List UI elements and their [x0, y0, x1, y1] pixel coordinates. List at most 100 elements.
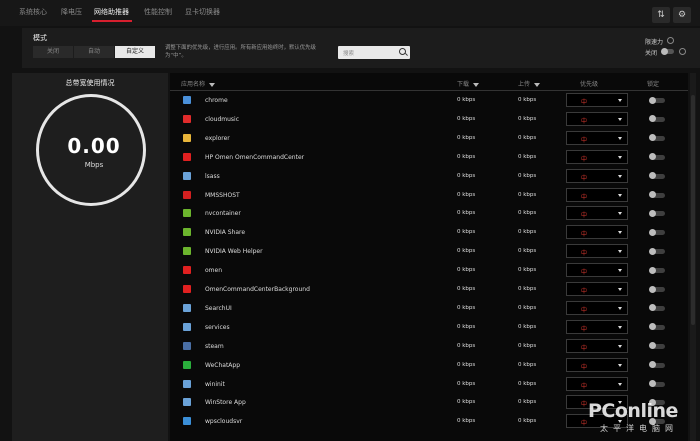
- mmsshost-icon: [183, 190, 191, 199]
- upload-rate: 0 kbps: [518, 418, 537, 425]
- priority-select[interactable]: 中: [566, 282, 628, 296]
- folder-icon: [183, 133, 191, 142]
- info-icon[interactable]: [679, 48, 686, 55]
- table-row[interactable]: chrome 0 kbps 0 kbps 中: [170, 91, 688, 110]
- table-row[interactable]: WeChatApp 0 kbps 0 kbps 中: [170, 356, 688, 375]
- lock-toggle[interactable]: [649, 247, 665, 255]
- mode-description: 调整下面的优先级，进行应用。所有新应用始终时，默认优先级为“中”。: [165, 45, 316, 59]
- nvidia-icon: [183, 228, 191, 237]
- priority-select[interactable]: 中: [566, 376, 628, 391]
- download-rate: 0 kbps: [457, 323, 476, 330]
- tab-performance-control[interactable]: 性能控制: [144, 7, 172, 17]
- tab-system-core[interactable]: 系统核心: [19, 7, 47, 17]
- priority-select[interactable]: 中: [566, 300, 628, 315]
- priority-select[interactable]: 中: [566, 357, 628, 372]
- search-input[interactable]: 搜索: [338, 46, 410, 59]
- column-header-app[interactable]: 应用名称: [181, 79, 216, 88]
- mode-option-off[interactable]: 关闭: [33, 46, 73, 58]
- table-row[interactable]: OmenCommandCenterBackground 0 kbps 0 kbps 中: [170, 280, 688, 299]
- lock-toggle[interactable]: [649, 361, 665, 369]
- table-row[interactable]: explorer 0 kbps 0 kbps 中: [170, 129, 688, 148]
- lock-toggle[interactable]: [649, 323, 665, 331]
- table-row[interactable]: wininit 0 kbps 0 kbps 中: [170, 375, 688, 394]
- tab-undervolt[interactable]: 降电压: [61, 7, 82, 17]
- app-name: OmenCommandCenterBackground: [205, 286, 310, 293]
- table-row[interactable]: HP Omen OmenCommandCenter 0 kbps 0 kbps 中: [170, 148, 688, 167]
- table-row[interactable]: steam 0 kbps 0 kbps 中: [170, 337, 688, 356]
- lock-toggle[interactable]: [649, 266, 665, 274]
- lock-toggle[interactable]: [649, 304, 665, 312]
- sort-button[interactable]: ⇅: [652, 7, 670, 23]
- network-booster-window: 系统核心 降电压 网络助推器 性能控制 显卡切换器 ⇅ ⚙ 模式 关闭 自动 自…: [0, 0, 700, 441]
- lock-toggle[interactable]: [649, 134, 665, 142]
- lock-toggle[interactable]: [649, 172, 665, 180]
- priority-select[interactable]: 中: [566, 187, 628, 202]
- table-row[interactable]: lsass 0 kbps 0 kbps 中: [170, 167, 688, 186]
- table-row[interactable]: NVIDIA Share 0 kbps 0 kbps 中: [170, 223, 688, 242]
- priority-select[interactable]: 中: [566, 338, 628, 353]
- upload-rate: 0 kbps: [518, 342, 537, 349]
- lock-toggle[interactable]: [649, 153, 665, 161]
- upload-rate: 0 kbps: [518, 361, 537, 368]
- priority-select[interactable]: 中: [566, 111, 628, 126]
- chevron-down-icon: [618, 344, 622, 348]
- gear-icon: ⚙: [677, 10, 687, 20]
- priority-select[interactable]: 中: [566, 93, 628, 107]
- priority-select[interactable]: 中: [566, 225, 628, 240]
- table-row[interactable]: nvcontainer 0 kbps 0 kbps 中: [170, 204, 688, 223]
- priority-value: 中: [581, 306, 588, 314]
- table-row[interactable]: MMSSHOST 0 kbps 0 kbps 中: [170, 186, 688, 205]
- bandwidth-unit: Mbps: [84, 161, 104, 169]
- column-header-app-label: 应用名称: [181, 81, 206, 88]
- lock-toggle[interactable]: [649, 380, 665, 387]
- sort-caret-icon: [473, 82, 480, 87]
- lock-toggle[interactable]: [649, 342, 665, 350]
- info-icon[interactable]: [667, 37, 674, 44]
- window-icon: [183, 171, 191, 180]
- lock-toggle[interactable]: [649, 191, 665, 198]
- cloudmusic-icon: [183, 114, 191, 123]
- lock-toggle[interactable]: [649, 209, 665, 217]
- app-name: explorer: [205, 134, 230, 142]
- table-row[interactable]: cloudmusic 0 kbps 0 kbps 中: [170, 110, 688, 129]
- limit-toggle[interactable]: [661, 47, 674, 55]
- mode-option-auto[interactable]: 自动: [74, 46, 114, 58]
- table-row[interactable]: services 0 kbps 0 kbps 中: [170, 318, 688, 337]
- omen-icon: [183, 266, 191, 275]
- priority-select[interactable]: 中: [566, 168, 628, 183]
- priority-value: 中: [581, 382, 588, 390]
- upload-rate: 0 kbps: [518, 323, 537, 330]
- column-header-download[interactable]: 下载: [457, 79, 480, 88]
- bandwidth-title: 总带宽使用情况: [65, 79, 115, 87]
- chevron-down-icon: [618, 306, 622, 310]
- priority-value: 中: [581, 420, 588, 428]
- limit-label: 限速力: [645, 39, 664, 46]
- table-row[interactable]: SearchUI 0 kbps 0 kbps 中: [170, 299, 688, 318]
- priority-select[interactable]: 中: [566, 263, 628, 278]
- lock-toggle[interactable]: [649, 115, 665, 123]
- tab-gpu-switcher[interactable]: 显卡切换器: [185, 7, 220, 17]
- chevron-down-icon: [618, 269, 622, 273]
- column-header-upload[interactable]: 上传: [518, 79, 541, 88]
- table-row[interactable]: omen 0 kbps 0 kbps 中: [170, 261, 688, 280]
- download-rate: 0 kbps: [457, 418, 476, 425]
- priority-select[interactable]: 中: [566, 319, 628, 334]
- lock-toggle[interactable]: [649, 96, 665, 104]
- chevron-down-icon: [618, 250, 622, 254]
- settings-button[interactable]: ⚙: [673, 7, 691, 23]
- scrollbar-thumb[interactable]: [691, 95, 695, 325]
- mode-option-custom[interactable]: 自定义: [115, 46, 155, 58]
- priority-select[interactable]: 中: [566, 206, 628, 221]
- search-icon[interactable]: [399, 48, 406, 55]
- table-row[interactable]: NVIDIA Web Helper 0 kbps 0 kbps 中: [170, 242, 688, 261]
- tab-network-booster[interactable]: 网络助推器: [94, 7, 129, 17]
- app-name: MMSSHOST: [205, 191, 240, 199]
- download-rate: 0 kbps: [457, 380, 476, 387]
- lock-toggle[interactable]: [649, 228, 665, 236]
- chevron-down-icon: [618, 136, 622, 140]
- chevron-down-icon: [618, 174, 622, 178]
- priority-select[interactable]: 中: [566, 149, 628, 164]
- lock-toggle[interactable]: [649, 285, 665, 293]
- priority-select[interactable]: 中: [566, 244, 628, 259]
- priority-select[interactable]: 中: [566, 130, 628, 145]
